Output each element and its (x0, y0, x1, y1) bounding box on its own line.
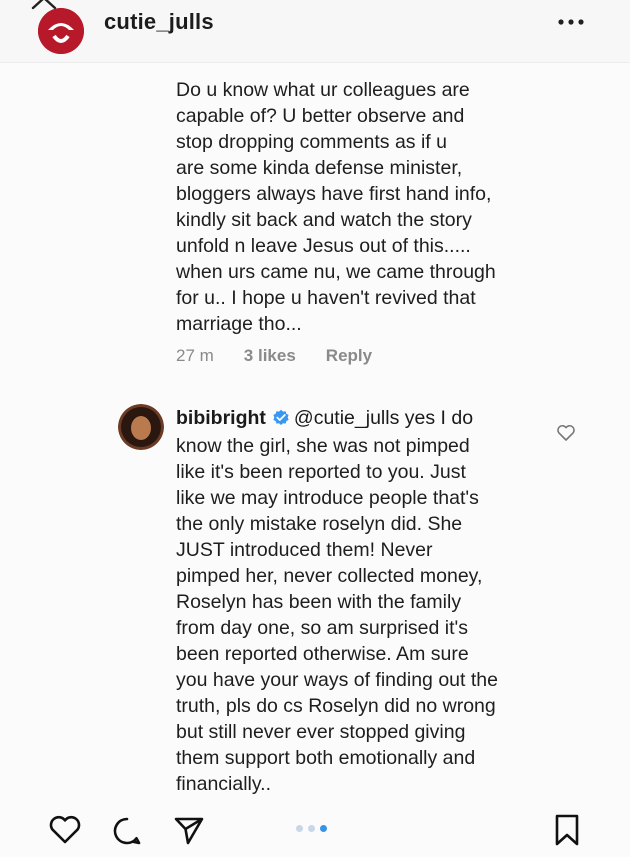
reply-username[interactable]: bibibright (176, 407, 266, 429)
reply-line: been reported otherwise. Am sure (176, 643, 469, 665)
reply-avatar[interactable] (118, 404, 164, 450)
reply-button[interactable]: Reply (326, 346, 372, 366)
reply-line: like it's been reported to you. Just (176, 461, 466, 483)
reply-line: financially.. (176, 773, 272, 795)
comment-icon[interactable] (110, 815, 144, 847)
comment-line: capable of? U better observe and (176, 105, 465, 127)
comment-likes-count[interactable]: 3 likes (244, 346, 296, 366)
carousel-dot (308, 825, 315, 832)
reply-line: JUST introduced them! Never (176, 539, 433, 561)
reply-line: pimped her, never collected money, (176, 565, 483, 587)
carousel-dot (296, 825, 303, 832)
avatar-logo-icon (38, 8, 84, 54)
comment-meta: 27 m 3 likes Reply (176, 346, 372, 366)
comment-line: bloggers always have first hand info, (176, 183, 492, 205)
heart-icon[interactable] (48, 815, 82, 845)
comment-timestamp: 27 m (176, 346, 214, 365)
reply-line: truth, pls do cs Roselyn did no wrong (176, 695, 496, 717)
avatar[interactable] (38, 8, 84, 54)
comment-line: when urs came nu, we came through (176, 261, 496, 283)
heart-outline-icon[interactable] (556, 424, 576, 442)
comment-line: are some kinda defense minister, (176, 157, 463, 179)
reply-mention[interactable]: @cutie_julls (294, 407, 399, 429)
comment-line: unfold n leave Jesus out of this..... (176, 235, 471, 257)
reply-line: them support both emotionally and (176, 747, 476, 769)
header-username[interactable]: cutie_julls (104, 9, 214, 35)
bookmark-icon[interactable] (552, 813, 582, 847)
reply-line: but still never ever stopped giving (176, 721, 466, 743)
carousel-indicator (296, 825, 327, 832)
comment-line: kindly sit back and watch the story (176, 209, 472, 231)
share-icon[interactable] (172, 814, 206, 846)
reply-line: you have your ways of finding out the (176, 669, 498, 691)
reply-line: from day one, so am surprised it's (176, 617, 469, 639)
comment-line: Do u know what ur colleagues are (176, 79, 470, 101)
comment-line: marriage tho... (176, 313, 302, 335)
reply-line: like we may introduce people that's (176, 487, 479, 509)
reply-first-line: yes I do (399, 407, 474, 429)
reply-line: know the girl, she was not pimped (176, 435, 470, 457)
reply-line: the only mistake roselyn did. She (176, 513, 463, 535)
comment-line: for u.. I hope u haven't revived that (176, 287, 476, 309)
reply-line: Roselyn has been with the family (176, 591, 462, 613)
comment-text: Do u know what ur colleagues are capable… (176, 77, 556, 337)
verified-badge-icon (273, 409, 289, 425)
avatar-photo-icon (118, 404, 164, 450)
reply-text: know the girl, she was not pimped like i… (176, 433, 556, 797)
comment-line: stop dropping comments as if u (176, 131, 447, 153)
post-header: cutie_julls (0, 0, 630, 63)
more-icon[interactable] (554, 14, 588, 30)
carousel-dot-active (320, 825, 327, 832)
reply-header: bibibright @cutie_julls yes I do (176, 407, 473, 430)
